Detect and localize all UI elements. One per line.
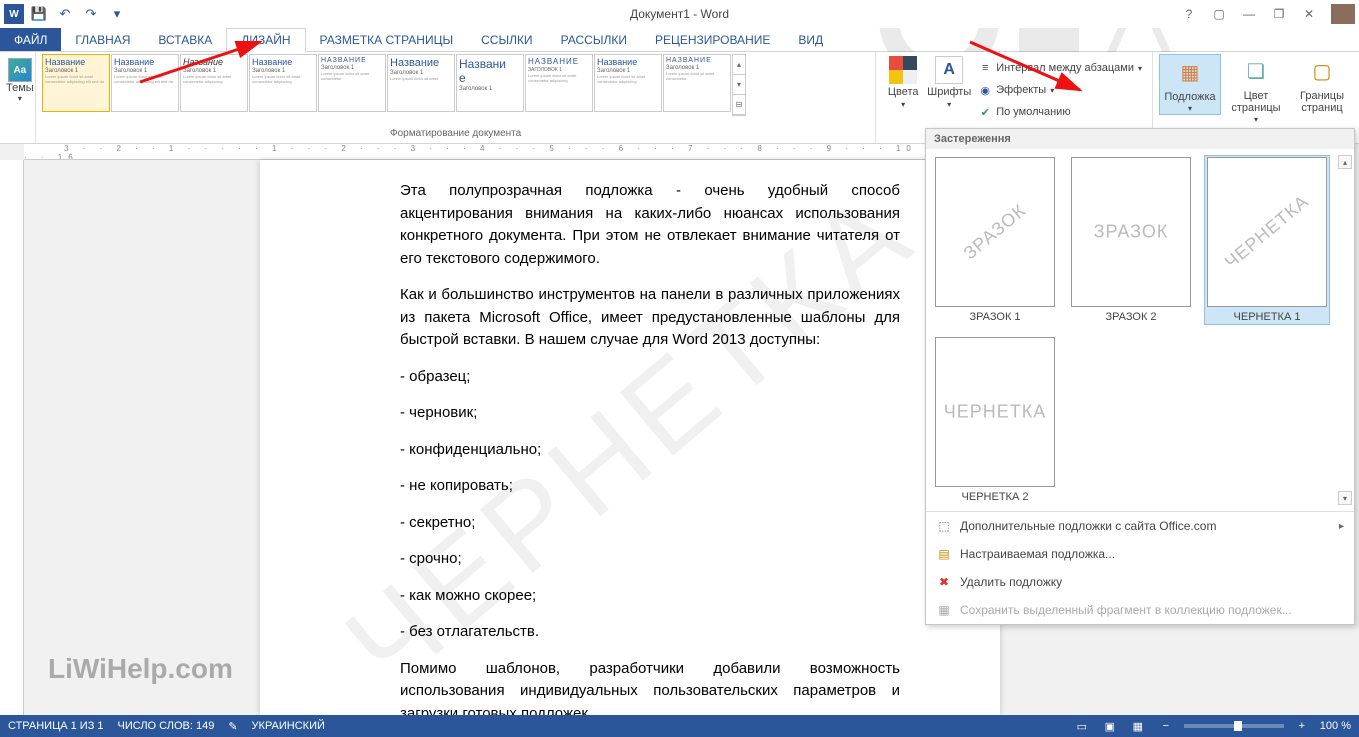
watermark-more-office[interactable]: ⬚ Дополнительные подложки с сайта Office… [926,512,1354,540]
close-button[interactable]: ✕ [1295,3,1323,25]
qat-undo[interactable]: ↶ [54,3,76,25]
page-color-icon: ❏ [1240,56,1272,88]
paragraph-spacing-button[interactable]: ≡Интервал между абзацами ▾ [974,58,1146,78]
watermark-option-zrazok1[interactable]: ЗРАЗОК ЗРАЗОК 1 [932,155,1058,325]
watermark-option-zrazok2[interactable]: ЗРАЗОК ЗРАЗОК 2 [1068,155,1194,325]
status-proofing-icon[interactable]: ✎ [228,720,237,733]
window-title: Документ1 - Word [630,7,729,21]
zoom-slider[interactable] [1184,724,1284,728]
zoom-out[interactable]: − [1156,718,1176,734]
page-color-button[interactable]: ❏ Цвет страницы▾ [1225,54,1287,125]
page-borders-button[interactable]: ▢ Границы страниц [1291,54,1353,114]
user-avatar[interactable] [1331,4,1355,24]
tab-view[interactable]: ВИД [784,28,837,51]
gallery-scroll[interactable]: ▴▾⊟ [732,54,746,116]
style-thumb[interactable]: НазваниеЗаголовок 1Lorem ipsum dolor sit… [42,54,110,112]
word-app-icon: W [4,4,24,24]
status-language[interactable]: УКРАИНСКИЙ [252,720,325,732]
watermark-gallery-dropdown: Застереження ЗРАЗОК ЗРАЗОК 1 ЗРАЗОК ЗРАЗ… [925,128,1355,625]
save-selection-icon: ▦ [936,602,952,618]
watermark-gallery-scroll[interactable]: ▴▾ [1338,155,1352,505]
fonts-button[interactable]: A Шрифты▾ [928,54,970,109]
vertical-ruler[interactable] [0,160,24,715]
watermark-custom[interactable]: ▤ Настраиваемая подложка... [926,540,1354,568]
group-label-formatting: Форматирование документа [42,128,869,141]
style-thumb[interactable]: НАЗВАНИЕЗаголовок 1Lorem ipsum dolor sit… [318,54,386,112]
watermark-option-chernetka2[interactable]: ЧЕРНЕТКА ЧЕРНЕТКА 2 [932,335,1058,505]
tab-insert[interactable]: ВСТАВКА [144,28,226,51]
style-thumb[interactable]: НАЗВАНИЕЗаголовок 1Lorem ipsum dolor sit… [663,54,731,112]
tab-file[interactable]: ФАЙЛ [0,28,61,51]
qat-save[interactable]: 💾 [28,3,50,25]
watermark-icon: ▦ [1174,57,1206,89]
tab-page-layout[interactable]: РАЗМЕТКА СТРАНИЦЫ [306,28,468,51]
restore-button[interactable]: ❐ [1265,3,1293,25]
watermark-gallery-header: Застереження [926,129,1354,149]
help-button[interactable]: ? [1175,3,1203,25]
style-thumb[interactable]: НазваниеЗаголовок 1Lorem ipsum dolor sit… [180,54,248,112]
check-icon: ✔ [978,105,992,119]
tab-home[interactable]: ГЛАВНАЯ [61,28,144,51]
qat-redo[interactable]: ↷ [80,3,102,25]
effects-button[interactable]: ◉Эффекты ▾ [974,80,1146,100]
view-web-layout[interactable]: ▦ [1128,718,1148,734]
status-bar: СТРАНИЦА 1 ИЗ 1 ЧИСЛО СЛОВ: 149 ✎ УКРАИН… [0,715,1359,737]
set-as-default-button[interactable]: ✔По умолчанию [974,102,1146,122]
custom-watermark-icon: ▤ [936,546,952,562]
style-thumb[interactable]: НазваниеЗаголовок 1Lorem ipsum dolor sit… [594,54,662,112]
title-bar: W 💾 ↶ ↷ ▾ Документ1 - Word ? ▢ — ❐ ✕ [0,0,1359,28]
watermark-remove[interactable]: ✖ Удалить подложку [926,568,1354,596]
tab-mailings[interactable]: РАССЫЛКИ [547,28,641,51]
ribbon-options-button[interactable]: ▢ [1205,3,1233,25]
style-thumb[interactable]: НазваниеЗаголовок 1Lorem ipsum dolor sit… [387,54,455,112]
tab-references[interactable]: ССЫЛКИ [467,28,546,51]
view-print-layout[interactable]: ▣ [1100,718,1120,734]
minimize-button[interactable]: — [1235,3,1263,25]
themes-button[interactable]: Aa Темы ▾ [6,54,34,103]
page-borders-icon: ▢ [1306,56,1338,88]
document-page[interactable]: ЧЕРНЕТКА Эта полупрозрачная подложка - о… [260,160,1000,715]
watermark-option-chernetka1[interactable]: ЧЕРНЕТКА ЧЕРНЕТКА 1 [1204,155,1330,325]
view-read-mode[interactable]: ▭ [1072,718,1092,734]
document-formatting-gallery[interactable]: НазваниеЗаголовок 1Lorem ipsum dolor sit… [42,54,746,116]
style-thumb[interactable]: НАЗВАНИЕЗАГОЛОВОК 1Lorem ipsum dolor sit… [525,54,593,112]
zoom-in[interactable]: + [1292,718,1312,734]
watermark-button[interactable]: ▦ Подложка▾ [1159,54,1221,115]
style-thumb[interactable]: НазваниеЗаголовок 1Lorem ipsum dolor sit… [249,54,317,112]
style-thumb[interactable]: НазваниеЗаголовок 1Lorem ipsum dolor sit… [111,54,179,112]
qat-customize[interactable]: ▾ [106,3,128,25]
tab-review[interactable]: РЕЦЕНЗИРОВАНИЕ [641,28,784,51]
colors-button[interactable]: Цвета▾ [882,54,924,109]
zoom-level[interactable]: 100 % [1320,720,1351,732]
watermark-save-selection: ▦ Сохранить выделенный фрагмент в коллек… [926,596,1354,624]
overlay-logo: LiWiHelp.com [48,653,233,685]
style-thumb[interactable]: НазваниеЗаголовок 1 [456,54,524,112]
ribbon-tabs: ФАЙЛ ГЛАВНАЯ ВСТАВКА ДИЗАЙН РАЗМЕТКА СТР… [0,28,1359,52]
remove-watermark-icon: ✖ [936,574,952,590]
effects-icon: ◉ [978,83,992,97]
office-icon: ⬚ [936,518,952,534]
status-word-count[interactable]: ЧИСЛО СЛОВ: 149 [118,720,215,732]
tab-design[interactable]: ДИЗАЙН [226,28,305,52]
colors-icon [889,56,917,84]
themes-label: Темы [6,82,34,94]
document-body[interactable]: Эта полупрозрачная подложка - очень удоб… [400,180,900,715]
fonts-icon: A [935,56,963,84]
paragraph-spacing-icon: ≡ [978,61,992,75]
themes-icon: Aa [8,58,32,82]
status-page[interactable]: СТРАНИЦА 1 ИЗ 1 [8,720,104,732]
